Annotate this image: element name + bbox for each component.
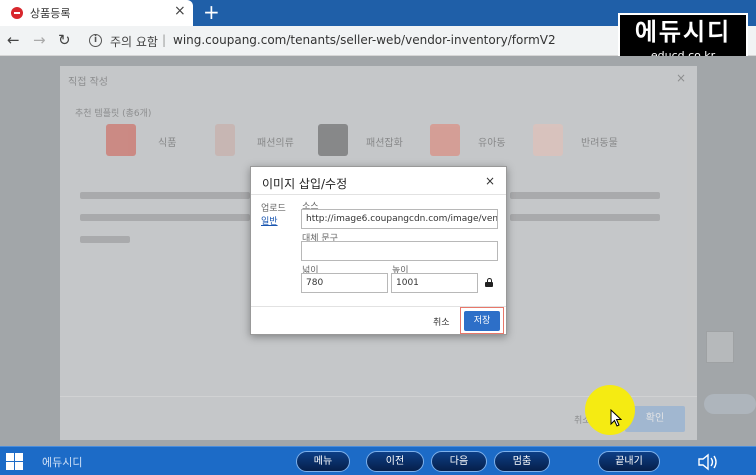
template-label: 패션의류 xyxy=(257,138,294,149)
width-input[interactable]: 780 xyxy=(301,273,388,293)
template-section-label: 추천 템플릿 (총6개) xyxy=(75,109,152,119)
info-icon[interactable]: i xyxy=(89,34,102,47)
menu-button[interactable]: 메뉴 xyxy=(296,451,350,472)
background-scrollbar xyxy=(687,112,696,382)
reload-icon[interactable]: ↻ xyxy=(58,31,71,49)
taskbar-app-name: 에듀시디 xyxy=(42,456,83,469)
tab-title: 상품등록 xyxy=(30,7,71,20)
mouse-pointer-icon xyxy=(610,409,622,427)
background-close-icon: × xyxy=(676,71,687,85)
general-tab[interactable]: 일반 xyxy=(261,214,278,227)
template-label: 반려동물 xyxy=(581,138,618,149)
image-insert-dialog: 이미지 삽입/수정 × 업로드 일반 소스 http://image6.coup… xyxy=(250,166,507,335)
side-pill xyxy=(704,394,756,414)
background-panel-title: 직접 작성 xyxy=(68,77,108,88)
lock-icon[interactable] xyxy=(485,278,493,287)
side-document-icon xyxy=(706,331,734,363)
url-separator: | xyxy=(162,33,167,47)
watermark-name: 에듀시디 xyxy=(634,18,732,46)
cancel-button[interactable]: 취소 xyxy=(433,315,450,328)
security-warning[interactable]: 주의 요함 xyxy=(110,33,158,50)
url-field[interactable]: wing.coupang.com/tenants/seller-web/vend… xyxy=(173,33,556,47)
food-thumbnail xyxy=(106,124,136,156)
tab-close-icon[interactable]: × xyxy=(174,3,186,19)
back-arrow-icon[interactable]: ← xyxy=(7,31,20,49)
template-label: 유아동 xyxy=(478,138,506,149)
windows-logo-icon[interactable] xyxy=(6,453,23,470)
next-button[interactable]: 다음 xyxy=(431,451,487,472)
accessory-thumbnail xyxy=(318,124,348,156)
height-input[interactable]: 1001 xyxy=(391,273,478,293)
template-label: 식품 xyxy=(158,138,177,149)
player-taskbar: 에듀시디 메뉴 이전 다음 멈춤 끝내기 xyxy=(0,446,756,475)
upload-tab[interactable]: 업로드 xyxy=(261,201,286,214)
coupang-favicon-icon xyxy=(11,7,23,19)
dialog-title: 이미지 삽입/수정 xyxy=(262,177,348,191)
kids-thumbnail xyxy=(430,124,460,156)
template-label: 패션잡화 xyxy=(366,138,403,149)
prev-button[interactable]: 이전 xyxy=(366,451,424,472)
alt-text-input[interactable] xyxy=(301,241,498,261)
source-input[interactable]: http://image6.coupangcdn.com/image/vendo… xyxy=(301,209,498,229)
browser-tab[interactable]: 상품등록 × xyxy=(0,0,193,26)
speaker-icon[interactable] xyxy=(697,453,721,471)
pause-button[interactable]: 멈춤 xyxy=(494,451,550,472)
dialog-divider xyxy=(251,194,506,195)
dialog-close-icon[interactable]: × xyxy=(485,174,495,188)
forward-arrow-icon[interactable]: → xyxy=(33,31,46,49)
new-tab-button[interactable]: + xyxy=(203,0,220,24)
exit-button[interactable]: 끝내기 xyxy=(598,451,660,472)
pet-thumbnail xyxy=(533,124,563,156)
fashion-thumbnail xyxy=(215,124,235,156)
save-button[interactable]: 저장 xyxy=(464,311,500,331)
